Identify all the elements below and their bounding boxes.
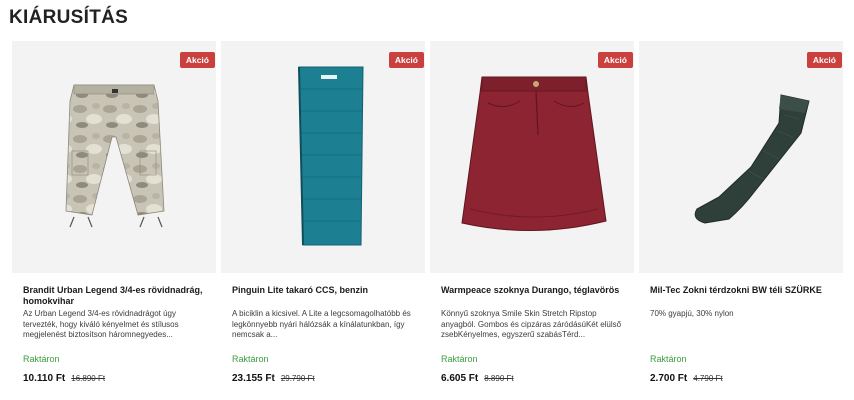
product-name[interactable]: Mil-Tec Zokni térdzokni BW téli SZÜRKE — [650, 285, 836, 309]
sale-price: 10.110 Ft — [23, 373, 66, 384]
product-info: Pinguin Lite takaró CCS, benzin A bicikl… — [232, 285, 418, 341]
sale-price: 2.700 Ft — [650, 373, 688, 384]
product-image[interactable] — [430, 41, 634, 273]
product-image[interactable] — [12, 41, 216, 273]
stock-status: Raktáron — [650, 354, 687, 364]
sale-badge: Akció — [597, 52, 633, 68]
price-row: 23.155 Ft 29.790 Ft — [232, 373, 315, 384]
original-price: 16.890 Ft — [71, 374, 106, 383]
sleeping-bag-image — [298, 66, 364, 246]
product-description: Könnyű szoknya Smile Skin Stretch Ripsto… — [441, 309, 622, 339]
product-card[interactable]: Akció Brandit Urban Legend 3/4-es rövidn… — [12, 41, 216, 391]
product-description: A biciklin a kicsivel. A Lite a legcsoma… — [232, 309, 411, 339]
stock-status: Raktáron — [232, 354, 269, 364]
original-price: 4.790 Ft — [693, 374, 723, 383]
product-image[interactable] — [639, 41, 843, 273]
product-card[interactable]: Akció Mil-Tec Zokni térdzokni BW téli SZ… — [639, 41, 843, 391]
stock-status: Raktáron — [23, 354, 60, 364]
sale-badge: Akció — [179, 52, 215, 68]
product-card[interactable]: Akció Warmpeace szoknya Durango, téglavö… — [430, 41, 634, 391]
original-price: 8.890 Ft — [484, 374, 514, 383]
sale-badge: Akció — [388, 52, 424, 68]
product-name[interactable]: Brandit Urban Legend 3/4-es rövidnadrág,… — [23, 285, 209, 309]
sale-price: 6.605 Ft — [441, 373, 479, 384]
original-price: 29.790 Ft — [280, 374, 315, 383]
product-info: Warmpeace szoknya Durango, téglavörös Kö… — [441, 285, 627, 341]
section-title: KIÁRUSÍTÁS — [9, 7, 129, 28]
product-image[interactable] — [221, 41, 425, 273]
sock-image — [694, 94, 810, 224]
sale-badge: Akció — [806, 52, 842, 68]
camo-shorts-image — [65, 84, 165, 228]
sale-price: 23.155 Ft — [232, 373, 275, 384]
product-description: 70% gyapjú, 30% nylon — [650, 309, 734, 318]
price-row: 6.605 Ft 8.890 Ft — [441, 373, 514, 384]
price-row: 10.110 Ft 16.890 Ft — [23, 373, 105, 384]
stock-status: Raktáron — [441, 354, 478, 364]
product-grid: Akció Brandit Urban Legend 3/4-es rövidn… — [12, 41, 843, 391]
price-row: 2.700 Ft 4.790 Ft — [650, 373, 723, 384]
product-name[interactable]: Warmpeace szoknya Durango, téglavörös — [441, 285, 627, 309]
product-card[interactable]: Akció Pinguin Lite takaró CCS, benzin A … — [221, 41, 425, 391]
product-name[interactable]: Pinguin Lite takaró CCS, benzin — [232, 285, 418, 309]
skirt-image — [461, 76, 607, 232]
product-info: Brandit Urban Legend 3/4-es rövidnadrág,… — [23, 285, 209, 341]
product-description: Az Urban Legend 3/4-es rövidnadrágot úgy… — [23, 309, 179, 339]
product-info: Mil-Tec Zokni térdzokni BW téli SZÜRKE 7… — [650, 285, 836, 341]
